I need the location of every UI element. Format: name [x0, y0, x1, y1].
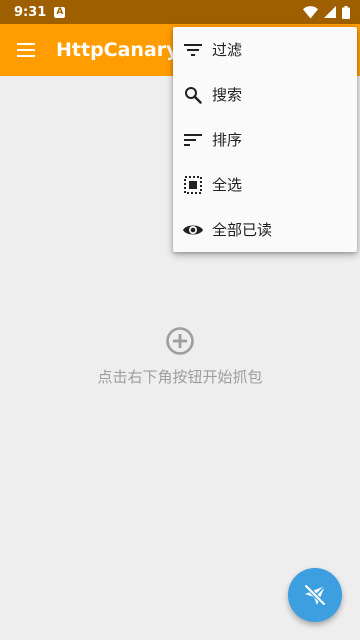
notification-badge-icon: A	[54, 6, 66, 18]
empty-state: 点击右下角按钮开始抓包	[0, 326, 360, 387]
app-title: HttpCanary	[56, 39, 179, 61]
menu-item-label: 全选	[212, 176, 243, 194]
filter-icon	[182, 39, 204, 61]
menu-item-filter[interactable]: 过滤	[173, 27, 357, 72]
paper-plane-off-icon	[303, 583, 327, 607]
wifi-icon	[303, 5, 318, 18]
eye-icon	[182, 219, 204, 241]
sort-icon	[182, 129, 204, 151]
battery-icon	[342, 5, 350, 19]
start-capture-fab[interactable]	[288, 568, 342, 622]
menu-item-mark-all-read[interactable]: 全部已读	[173, 207, 357, 252]
navigation-menu-button[interactable]	[0, 24, 52, 76]
status-icons	[303, 5, 350, 19]
cell-signal-icon	[324, 6, 336, 18]
menu-item-search[interactable]: 搜索	[173, 72, 357, 117]
menu-item-label: 过滤	[212, 41, 243, 59]
menu-item-label: 搜索	[212, 86, 243, 104]
empty-state-message: 点击右下角按钮开始抓包	[97, 368, 263, 386]
menu-item-label: 全部已读	[212, 221, 273, 239]
select-all-icon	[182, 174, 204, 196]
overflow-popup-menu: 过滤 搜索 排序 全选 全部已读	[173, 27, 357, 252]
search-icon	[182, 84, 204, 106]
menu-item-sort[interactable]: 排序	[173, 117, 357, 162]
menu-item-select-all[interactable]: 全选	[173, 162, 357, 207]
status-bar: 9:31 A	[0, 0, 360, 24]
status-time: 9:31	[14, 4, 47, 20]
menu-item-label: 排序	[212, 131, 243, 149]
add-circle-icon	[166, 327, 194, 355]
hamburger-menu-icon	[17, 43, 35, 57]
